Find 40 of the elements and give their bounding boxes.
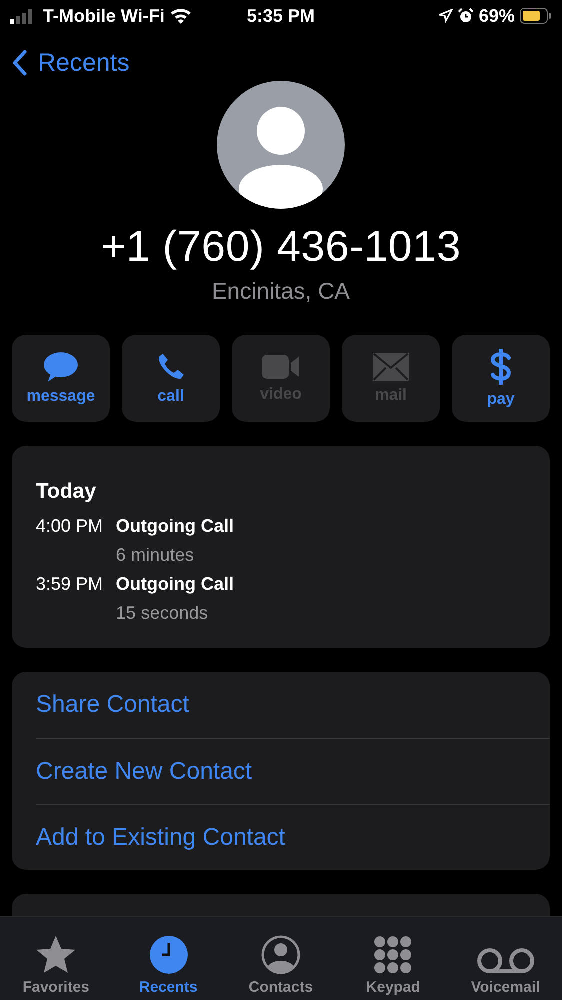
call-button[interactable]: call [122,335,220,422]
speech-bubble-icon [43,352,79,382]
contacts-tab[interactable]: Contacts [228,935,334,996]
voicemail-icon [476,947,535,975]
call-type: Outgoing Call [116,516,234,537]
alarm-clock-icon [458,8,474,24]
call-type: Outgoing Call [116,574,234,595]
day-heading: Today [36,480,98,504]
pay-button[interactable]: pay [452,335,550,422]
location-arrow-icon [438,9,453,23]
recents-tab[interactable]: Recents [116,935,222,996]
phone-icon [156,352,186,382]
contact-option-link[interactable]: Share Contact [36,672,550,738]
wifi-icon [170,8,192,24]
clock-icon [148,935,189,975]
back-button[interactable]: Recents [12,48,130,78]
call-duration: 6 minutes [116,545,196,566]
keypad-icon [373,935,414,975]
call-duration: 15 seconds [116,603,210,624]
phone-number: +1 (760) 436-1013 [100,223,462,272]
avatar-icon [217,81,345,209]
keypad-tab[interactable]: Keypad [340,935,446,996]
dollar-sign-icon [490,348,512,384]
call-time: 3:59 PM [36,574,104,596]
contact-option-link[interactable]: Add to Existing Contact [36,804,550,870]
chevron-left-icon [12,50,28,76]
battery-icon [520,8,552,24]
carrier-name: T-Mobile Wi-Fi [43,6,165,26]
call-time: 4:00 PM [36,516,104,538]
person-circle-icon [260,935,301,975]
contact-option-link[interactable]: Create New Contact [36,738,550,804]
battery-percent: 69% [478,6,515,26]
star-icon [35,935,78,975]
voicemail-tab[interactable]: Voicemail [453,947,558,996]
message-button[interactable]: message [12,335,110,422]
favorites-tab[interactable]: Favorites [4,935,109,996]
envelope-icon [373,352,409,380]
status-time: 5:35 PM [246,6,316,26]
video-camera-icon [262,354,300,380]
location-text: Encinitas, CA [212,278,350,305]
